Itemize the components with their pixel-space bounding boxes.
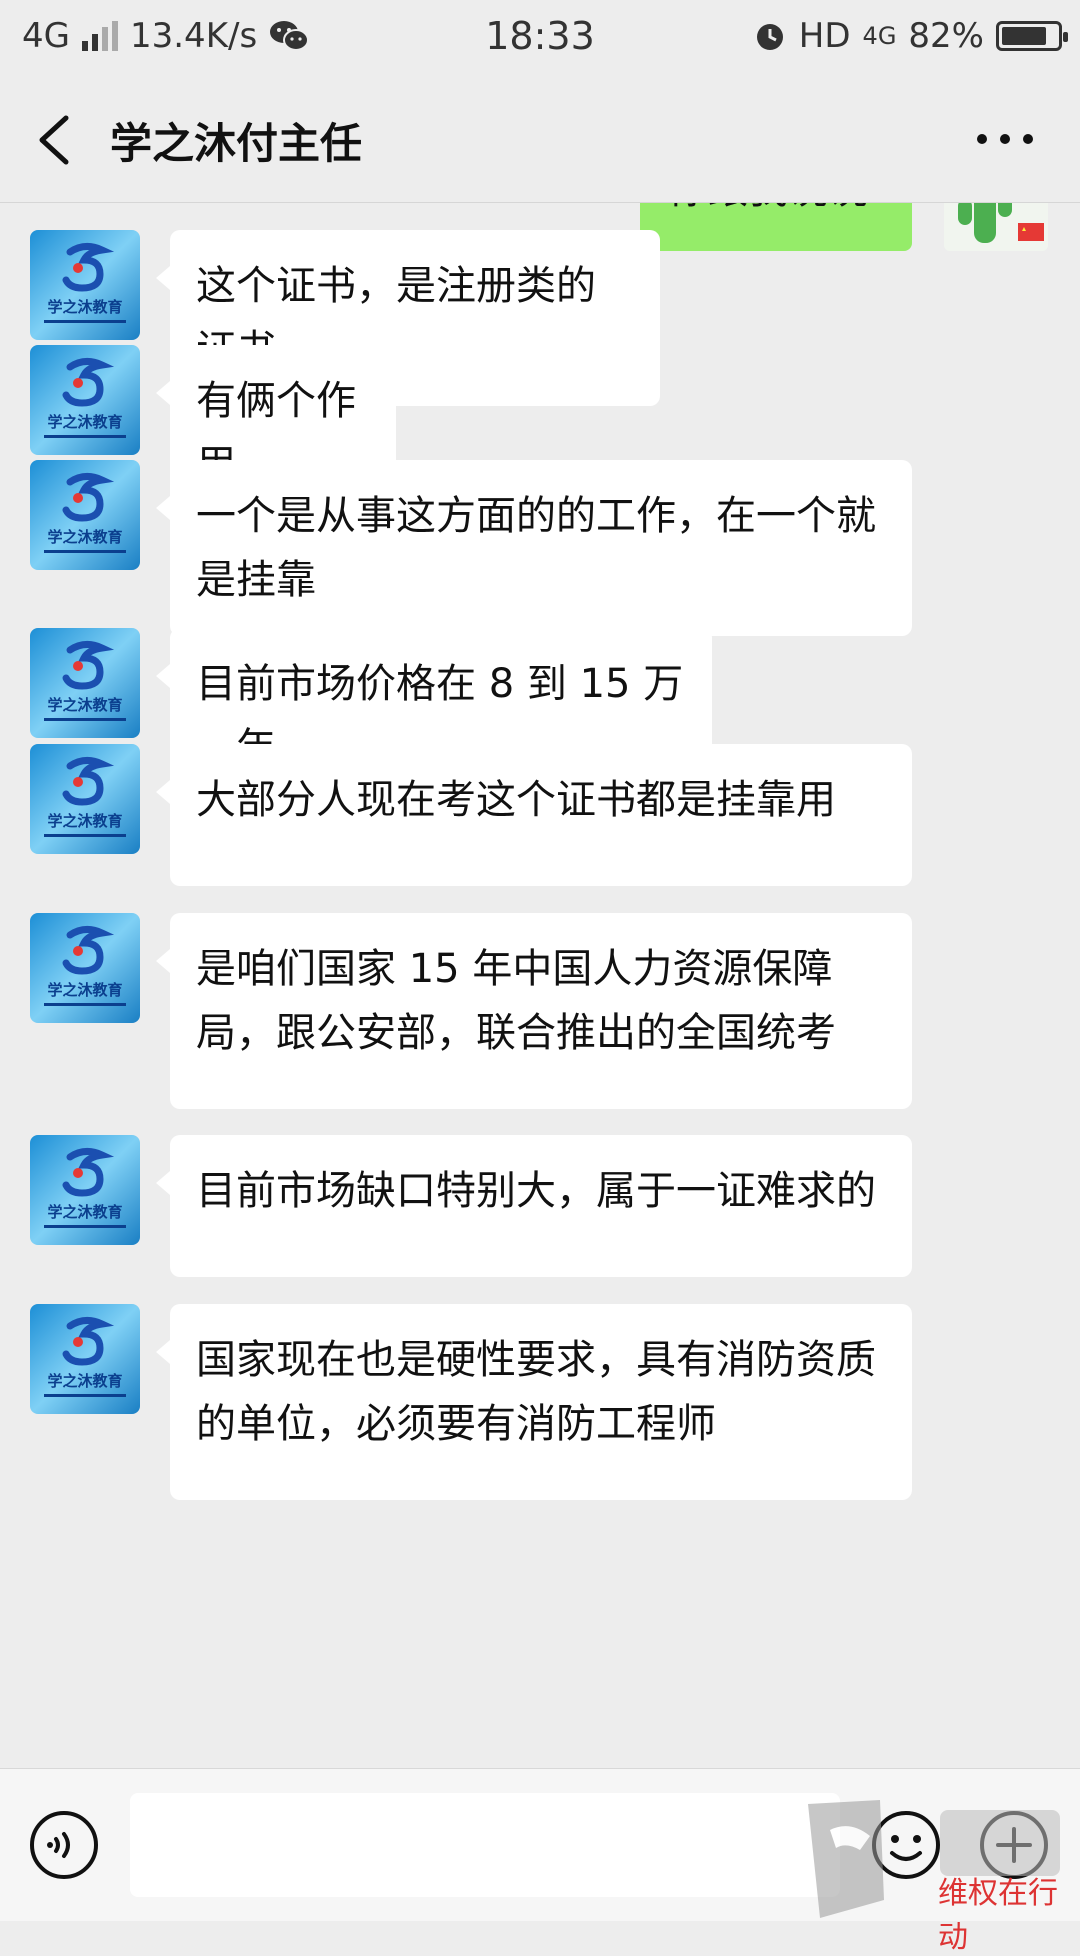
incoming-message-bubble[interactable]: 一个是从事这方面的的工作，在一个就是挂靠 <box>156 460 912 636</box>
network2-label: 4G <box>862 22 897 50</box>
self-avatar[interactable] <box>944 203 1048 251</box>
svg-text:学之沐教育: 学之沐教育 <box>47 981 122 999</box>
svg-text:学之沐教育: 学之沐教育 <box>47 812 122 830</box>
incoming-message-bubble[interactable]: 大部分人现在考这个证书都是挂靠用 <box>156 744 912 886</box>
watermark-text: 维权在行动 <box>938 1876 1058 1955</box>
chat-header: 学之沐付主任 <box>0 76 1080 203</box>
status-bar: 4G 13.4K/s 18:33 HD 4G 82% <box>0 0 1080 76</box>
svg-text:学之沐教育: 学之沐教育 <box>47 1372 122 1390</box>
more-options-icon[interactable] <box>970 124 1040 154</box>
hd-label: HD <box>798 16 851 56</box>
contact-avatar[interactable]: 学之沐教育 <box>30 628 140 738</box>
svg-text:学之沐教育: 学之沐教育 <box>47 298 122 316</box>
alarm-icon <box>756 24 783 50</box>
xuezhimu-logo-icon: 学之沐教育 <box>30 1135 140 1245</box>
xuezhimu-logo-icon: 学之沐教育 <box>30 345 140 455</box>
svg-text:学之沐教育: 学之沐教育 <box>47 1203 122 1221</box>
xuezhimu-logo-icon: 学之沐教育 <box>30 628 140 738</box>
xuezhimu-logo-icon: 学之沐教育 <box>30 913 140 1023</box>
battery-fill <box>1002 27 1046 45</box>
xuezhimu-logo-icon: 学之沐教育 <box>30 460 140 570</box>
message-input[interactable] <box>130 1793 840 1897</box>
cactus-avatar-image <box>944 203 1048 251</box>
xuezhimu-logo-icon: 学之沐教育 <box>30 230 140 340</box>
xuezhimu-logo-icon: 学之沐教育 <box>30 744 140 854</box>
incoming-message-bubble[interactable]: 目前市场缺口特别大，属于一证难求的 <box>156 1135 912 1277</box>
contact-avatar[interactable]: 学之沐教育 <box>30 1135 140 1245</box>
outgoing-message-text: 你跟我说说 <box>668 203 868 215</box>
incoming-message-bubble[interactable]: 国家现在也是硬性要求，具有消防资质的单位，必须要有消防工程师 <box>156 1304 912 1500</box>
battery-percent: 82% <box>908 16 984 56</box>
contact-avatar[interactable]: 学之沐教育 <box>30 460 140 570</box>
contact-avatar[interactable]: 学之沐教育 <box>30 1304 140 1414</box>
contact-avatar[interactable]: 学之沐教育 <box>30 345 140 455</box>
svg-text:学之沐教育: 学之沐教育 <box>47 696 122 714</box>
battery-icon <box>996 21 1068 51</box>
contact-avatar[interactable]: 学之沐教育 <box>30 744 140 854</box>
outgoing-message-bubble[interactable]: 你跟我说说 <box>640 203 912 251</box>
voice-input-icon[interactable] <box>28 1809 100 1881</box>
chat-title: 学之沐付主任 <box>110 119 363 168</box>
contact-avatar[interactable]: 学之沐教育 <box>30 230 140 340</box>
incoming-message-bubble[interactable]: 是咱们国家 15 年中国人力资源保障局，跟公安部，联合推出的全国统考 <box>156 913 912 1109</box>
back-arrow-icon[interactable] <box>30 112 80 168</box>
message-list[interactable]: 你跟我说说 学之沐教育 这个证书，是注册 <box>0 203 1080 1768</box>
svg-text:学之沐教育: 学之沐教育 <box>47 413 122 431</box>
svg-text:学之沐教育: 学之沐教育 <box>47 528 122 546</box>
xuezhimu-logo-icon: 学之沐教育 <box>30 1304 140 1414</box>
status-right: HD 4G 82% <box>753 16 1068 56</box>
contact-avatar[interactable]: 学之沐教育 <box>30 913 140 1023</box>
